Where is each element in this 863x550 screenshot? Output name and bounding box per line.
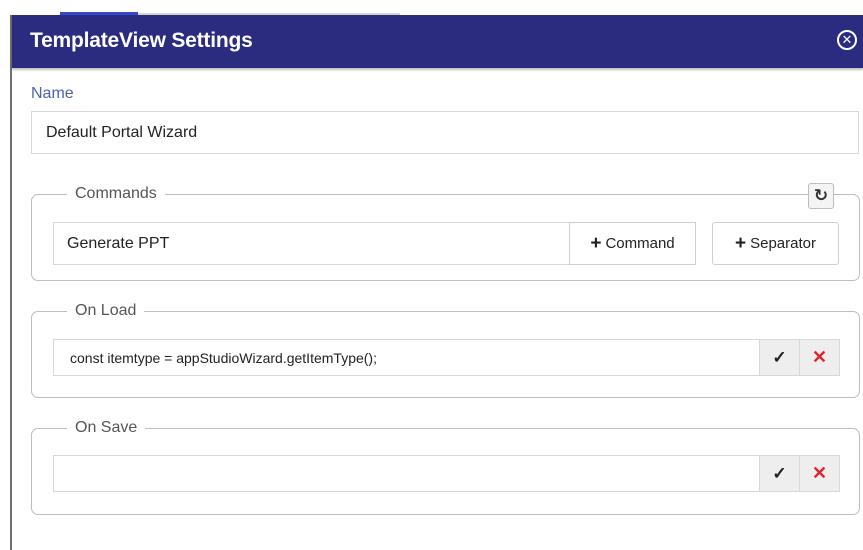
name-label: Name — [31, 85, 74, 102]
on-save-input[interactable] — [54, 456, 759, 491]
commands-legend: Commands — [75, 185, 157, 202]
add-command-button[interactable]: + Command — [569, 222, 696, 265]
on-load-input[interactable] — [54, 340, 759, 375]
add-command-label: Command — [605, 235, 675, 252]
add-separator-label: Separator — [750, 235, 816, 252]
name-input[interactable] — [31, 111, 859, 154]
check-icon: ✓ — [772, 347, 787, 367]
on-load-cancel-button[interactable]: ✕ — [799, 340, 839, 375]
add-separator-button[interactable]: + Separator — [712, 222, 839, 265]
dialog-title: TemplateView Settings — [30, 29, 253, 52]
command-item-generate-ppt[interactable]: Generate PPT — [67, 235, 169, 253]
close-icon[interactable]: ✕ — [837, 30, 857, 50]
screen: TemplateView Settings ✕ Name Commands ↻ … — [0, 0, 863, 550]
on-load-row: ✓ ✕ — [53, 339, 840, 376]
plus-icon: + — [590, 233, 602, 254]
on-save-cancel-button[interactable]: ✕ — [799, 456, 839, 491]
on-save-legend: On Save — [75, 419, 138, 436]
on-load-confirm-button[interactable]: ✓ — [759, 340, 799, 375]
x-icon: ✕ — [811, 347, 828, 367]
templateview-settings-dialog: TemplateView Settings ✕ Name Commands ↻ … — [10, 15, 863, 550]
x-icon: ✕ — [811, 463, 828, 483]
command-list: Generate PPT + Command — [53, 222, 696, 265]
on-save-confirm-button[interactable]: ✓ — [759, 456, 799, 491]
dialog-titlebar: TemplateView Settings ✕ — [12, 15, 863, 68]
plus-icon: + — [735, 233, 747, 254]
check-icon: ✓ — [772, 463, 787, 483]
on-load-legend: On Load — [75, 302, 137, 319]
on-save-row: ✓ ✕ — [53, 455, 840, 492]
refresh-icon[interactable]: ↻ — [808, 183, 834, 209]
